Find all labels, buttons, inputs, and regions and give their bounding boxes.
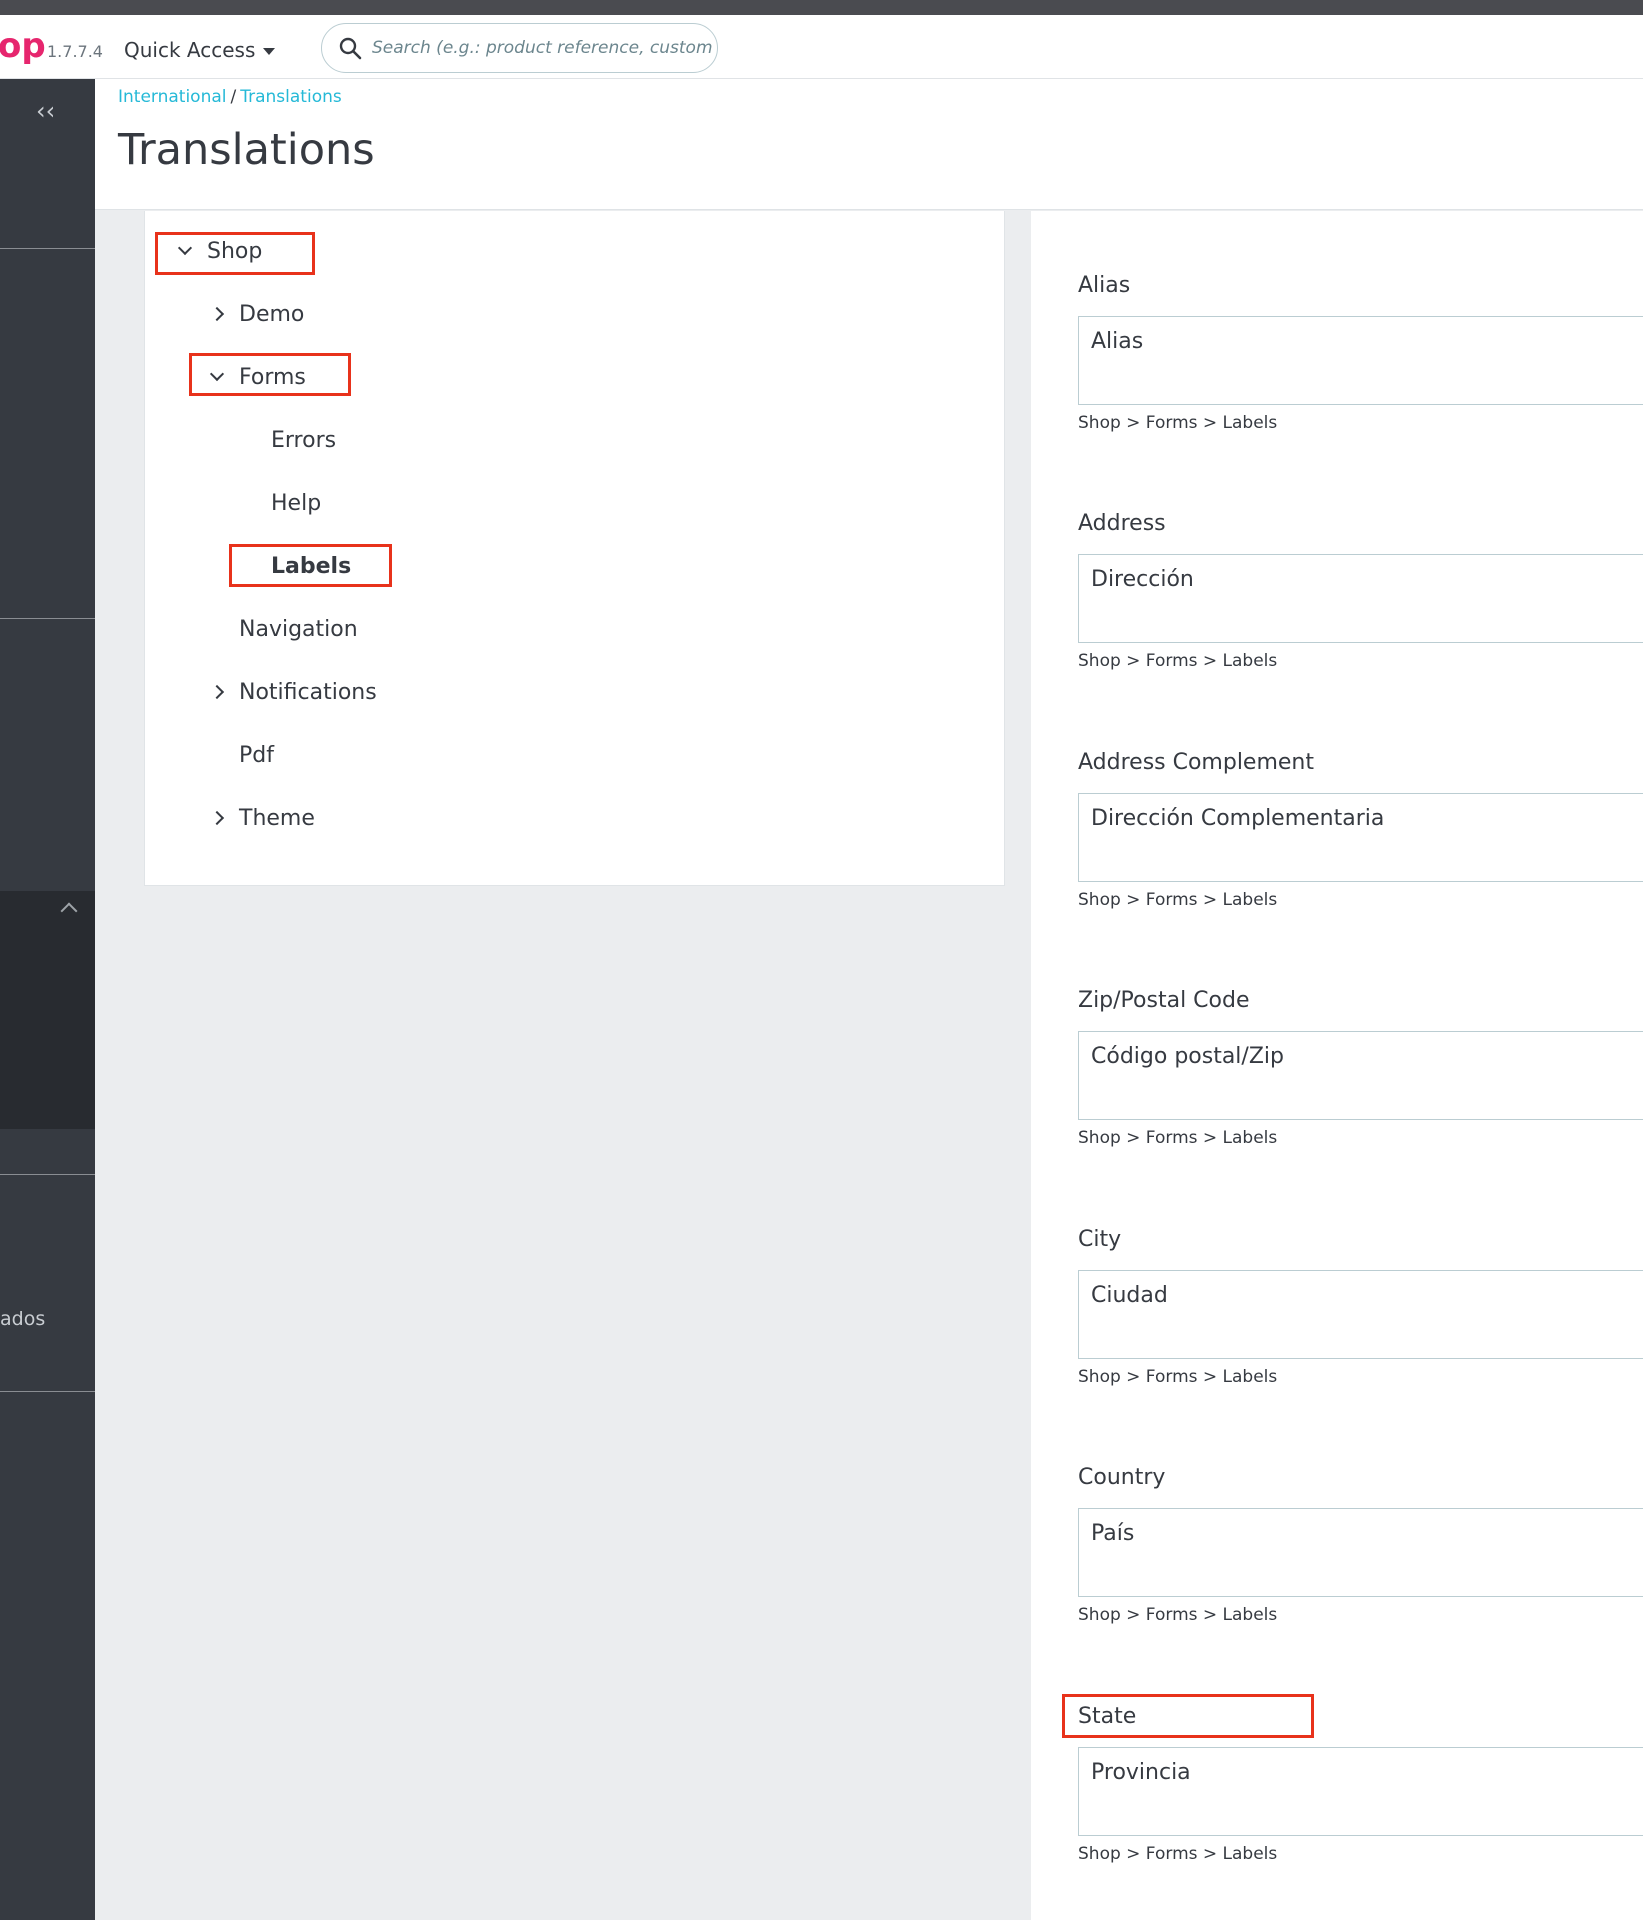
chevron-down-icon (207, 366, 227, 382)
tree-item-label: Demo (239, 301, 305, 327)
sidebar-item-label[interactable]: ados (0, 1308, 45, 1330)
tree-item-label: Help (271, 490, 322, 516)
tree-item-theme[interactable]: Theme (207, 798, 315, 838)
field-path: Shop > Forms > Labels (1078, 890, 1278, 910)
translation-input-alias[interactable] (1078, 316, 1643, 405)
tree-item-label: Shop (207, 238, 263, 264)
tree-item-pdf[interactable]: Pdf (239, 735, 274, 775)
tree-item-labels[interactable]: Labels (271, 546, 351, 586)
field-path: Shop > Forms > Labels (1078, 1605, 1278, 1625)
tree-item-help[interactable]: Help (271, 483, 321, 523)
field-path: Shop > Forms > Labels (1078, 651, 1278, 671)
breadcrumb-international[interactable]: International (118, 87, 227, 107)
quick-access-label: Quick Access (124, 38, 256, 62)
tree-item-forms[interactable]: Forms (207, 357, 306, 397)
tree-item-label: Navigation (239, 616, 358, 642)
chevron-right-icon (207, 306, 227, 322)
field-label-address: Address (1078, 511, 1166, 536)
search-box[interactable] (321, 23, 718, 73)
tree-item-label: Labels (271, 553, 352, 579)
tree-item-label: Theme (239, 805, 315, 831)
page-header: International / Translations Translations (95, 79, 1643, 210)
search-icon (339, 37, 362, 60)
sidebar-divider (0, 618, 95, 619)
field-label-alias: Alias (1078, 273, 1131, 298)
field-label-state: State (1078, 1704, 1137, 1729)
chevron-down-icon (175, 240, 195, 256)
header: op 1.7.7.4 Quick Access (0, 15, 1643, 79)
tree-item-errors[interactable]: Errors (271, 420, 336, 460)
translation-tree: Shop Demo Forms Errors Help Labels Navig… (144, 211, 1005, 886)
translation-input-address-complement[interactable] (1078, 793, 1643, 882)
sidebar-divider (0, 1391, 95, 1392)
breadcrumb-translations[interactable]: Translations (240, 87, 342, 107)
breadcrumb: International / Translations (118, 87, 342, 107)
translation-input-city[interactable] (1078, 1270, 1643, 1359)
tree-item-notifications[interactable]: Notifications (207, 672, 377, 712)
chevron-right-icon (207, 684, 227, 700)
caret-down-icon (263, 48, 276, 55)
page-title: Translations (118, 125, 375, 175)
field-label-country: Country (1078, 1465, 1166, 1490)
field-label-address-complement: Address Complement (1078, 750, 1315, 775)
field-path: Shop > Forms > Labels (1078, 1844, 1278, 1864)
chevron-right-icon (207, 810, 227, 826)
translation-input-country[interactable] (1078, 1508, 1643, 1597)
tree-item-navigation[interactable]: Navigation (239, 609, 358, 649)
field-path: Shop > Forms > Labels (1078, 1128, 1278, 1148)
sidebar-divider (0, 1174, 95, 1175)
field-label-zip: Zip/Postal Code (1078, 988, 1250, 1013)
sidebar-active-section (0, 891, 95, 1129)
tree-item-label: Pdf (239, 742, 274, 768)
field-path: Shop > Forms > Labels (1078, 413, 1278, 433)
breadcrumb-separator: / (230, 87, 237, 107)
translation-input-address[interactable] (1078, 554, 1643, 643)
logo[interactable]: op (0, 29, 46, 63)
translation-form: Alias Shop > Forms > Labels Address Shop… (1031, 211, 1643, 1920)
field-path: Shop > Forms > Labels (1078, 1367, 1278, 1387)
double-chevron-left-icon[interactable]: ‹‹ (36, 97, 55, 125)
search-input[interactable] (372, 38, 712, 58)
tree-item-label: Forms (239, 364, 306, 390)
sidebar: ‹‹ ados (0, 79, 95, 1920)
tree-item-label: Notifications (239, 679, 377, 705)
top-strip (0, 0, 1643, 15)
tree-item-shop[interactable]: Shop (175, 231, 262, 271)
translation-input-zip[interactable] (1078, 1031, 1643, 1120)
quick-access-dropdown[interactable]: Quick Access (124, 33, 276, 67)
field-label-city: City (1078, 1227, 1122, 1252)
translation-input-state[interactable] (1078, 1747, 1643, 1836)
version-label: 1.7.7.4 (47, 42, 103, 61)
sidebar-divider (0, 248, 95, 249)
tree-item-label: Errors (271, 427, 337, 453)
tree-item-demo[interactable]: Demo (207, 294, 304, 334)
